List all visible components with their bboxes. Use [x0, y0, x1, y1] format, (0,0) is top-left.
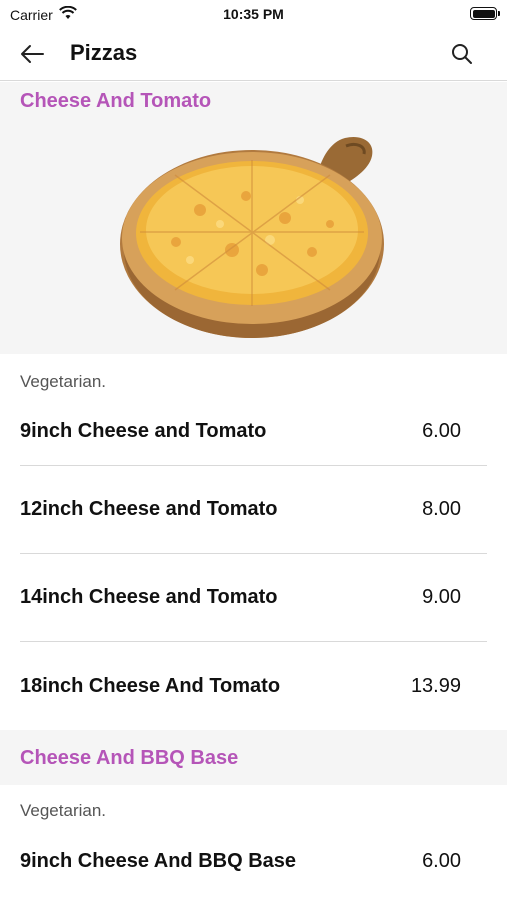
page-title: Pizzas [70, 40, 138, 65]
item-price: 6.00 [422, 849, 461, 872]
battery-icon [470, 7, 500, 20]
menu-item[interactable]: 12inch Cheese and Tomato 8.00 [20, 466, 487, 554]
item-name: 9inch Cheese and Tomato [20, 420, 267, 442]
pizza-image [0, 120, 507, 354]
status-time: 10:35 PM [223, 6, 284, 22]
menu-content[interactable]: Cheese And Tomato Vegetarian. 9inch Chee… [0, 82, 507, 900]
item-name: 14inch Cheese and Tomato [20, 586, 278, 608]
category-description: Vegetarian. [20, 372, 107, 391]
category-header: Cheese And Tomato [0, 82, 507, 120]
search-button[interactable] [447, 40, 477, 68]
item-price: 13.99 [410, 674, 461, 697]
category-description: Vegetarian. [20, 801, 107, 820]
back-button[interactable] [14, 40, 50, 68]
section-gap [0, 730, 507, 748]
category-header: Cheese And BBQ Base [0, 747, 507, 769]
menu-item[interactable]: 18inch Cheese And Tomato 13.99 [20, 642, 487, 730]
menu-item[interactable]: 14inch Cheese and Tomato 9.00 [20, 554, 487, 642]
item-name: 18inch Cheese And Tomato [20, 674, 281, 697]
item-price: 9.00 [422, 586, 461, 608]
menu-item[interactable]: 9inch Cheese And BBQ Base 6.00 [20, 827, 487, 895]
search-icon [452, 44, 472, 64]
arrow-left-icon [21, 45, 44, 63]
item-name: 9inch Cheese And BBQ Base [20, 849, 297, 872]
status-bar: Carrier 10:35 PM [0, 0, 507, 28]
item-name: 12inch Cheese and Tomato [20, 498, 278, 520]
item-price: 6.00 [422, 420, 461, 442]
menu-item[interactable]: 9inch Cheese and Tomato 6.00 [20, 398, 487, 466]
nav-bar: Pizzas [0, 28, 507, 81]
item-price: 8.00 [422, 498, 461, 520]
